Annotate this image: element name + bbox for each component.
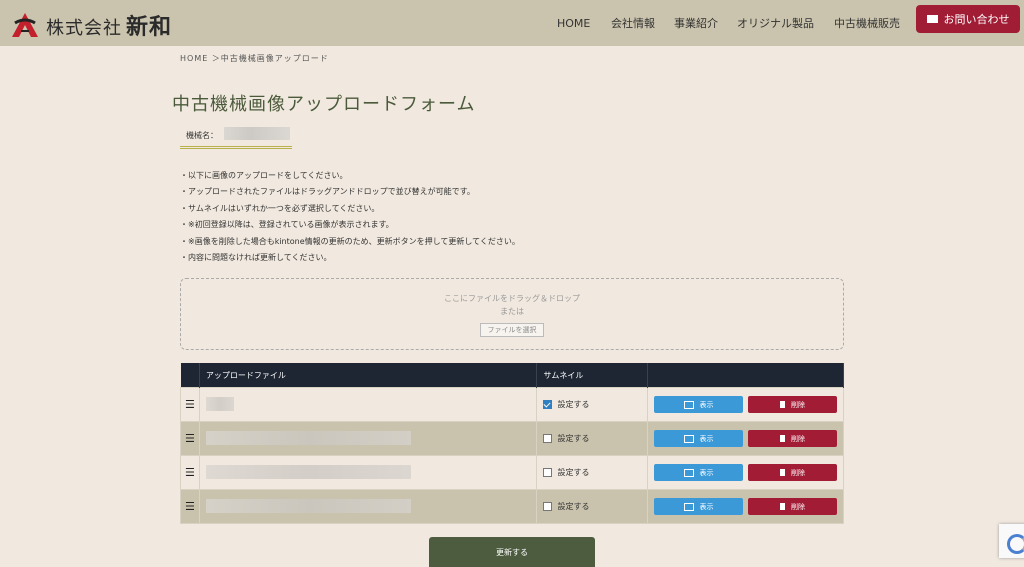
actions-cell: 表示 削除 [647,455,844,490]
dropzone-or-text: または [500,307,524,316]
image-icon [683,502,694,511]
show-button[interactable]: 表示 [654,396,743,413]
site-header: 株式会社 新和 HOME 会社情報 事業紹介 オリジナル製品 中古機械販売 お問い… [0,0,1024,46]
logo-text: 株式会社 新和 [46,9,172,41]
upload-table: アップロードファイル サムネイル ☰ 設定する 表示 削除 ☰ 設定する 表示 … [180,363,844,524]
file-preview-redacted [205,464,411,479]
thumbnail-cell: 設定する [536,489,648,524]
contact-button[interactable]: お問い合わせ [916,5,1020,33]
file-cell [198,489,538,524]
logo-mark-icon [12,13,38,37]
thumbnail-label: 設定する [557,434,590,443]
thumbnail-cell: 設定する [536,387,648,422]
logo-company-prefix: 株式会社 [46,18,122,39]
contact-button-label: お問い合わせ [943,13,1010,26]
file-preview-redacted [205,396,234,411]
nav-original-products[interactable]: オリジナル製品 [737,15,814,31]
trash-icon [780,435,785,442]
thumbnail-checkbox[interactable] [543,434,553,443]
drag-handle-icon[interactable]: ☰ [180,489,200,524]
drag-handle-icon[interactable]: ☰ [180,455,200,490]
trash-icon [780,401,785,408]
image-icon [683,434,694,443]
show-label: 表示 [699,502,714,511]
instruction-item: ・※初回登録以降は、登録されている画像が表示されます。 [180,220,394,230]
machine-name-label: 機械名： [186,131,218,140]
file-cell [198,387,538,422]
thumbnail-label: 設定する [557,468,590,477]
logo-company-name: 新和 [126,14,173,40]
table-row[interactable]: ☰ 設定する 表示 削除 [180,387,844,422]
header-thumbnail: サムネイル [536,363,648,388]
recaptcha-icon [1007,534,1024,554]
drag-handle-icon[interactable]: ☰ [180,387,200,422]
delete-button[interactable]: 削除 [748,396,837,413]
nav-business[interactable]: 事業紹介 [674,15,718,31]
logo[interactable]: 株式会社 新和 [10,9,172,41]
show-button[interactable]: 表示 [654,498,743,515]
show-button[interactable]: 表示 [654,464,743,481]
actions-cell: 表示 削除 [647,387,844,422]
update-button[interactable]: 更新する [429,537,595,567]
header-file: アップロードファイル [199,363,538,388]
delete-label: 削除 [791,400,805,409]
breadcrumb[interactable]: HOME ＞中古機械画像アップロード [180,53,329,64]
delete-label: 削除 [791,468,805,477]
nav-used-machines[interactable]: 中古機械販売 [834,15,900,31]
show-label: 表示 [699,468,714,477]
file-cell [198,421,538,456]
instruction-item: ・内容に問題なければ更新してください。 [180,253,332,263]
instruction-item: ・アップロードされたファイルはドラッグアンドドロップで並び替えが可能です。 [180,187,475,197]
thumbnail-checkbox[interactable] [543,400,553,409]
show-label: 表示 [699,400,714,409]
table-row[interactable]: ☰ 設定する 表示 削除 [180,421,844,456]
delete-button[interactable]: 削除 [748,464,837,481]
image-icon [683,468,694,477]
delete-label: 削除 [791,502,805,511]
image-icon [683,400,694,409]
thumbnail-label: 設定する [557,400,590,409]
nav-home[interactable]: HOME [557,17,590,30]
header-handle-col [180,363,200,388]
instruction-item: ・※画像を削除した場合もkintone情報の更新のため、更新ボタンを押して更新し… [180,236,520,246]
trash-icon [780,503,785,510]
page-title: 中古機械画像アップロードフォーム [172,94,476,115]
nav-company[interactable]: 会社情報 [611,15,655,31]
recaptcha-badge[interactable] [999,524,1024,558]
file-dropzone[interactable]: ここにファイルをドラッグ＆ドロップ または ファイルを選択 [180,278,844,350]
thumbnail-label: 設定する [557,502,590,511]
delete-button[interactable]: 削除 [748,498,837,515]
thumbnail-cell: 設定する [536,455,648,490]
actions-cell: 表示 削除 [647,421,844,456]
instructions-list: ・以下に画像のアップロードをしてください。 ・アップロードされたファイルはドラッ… [180,168,520,266]
trash-icon [780,469,785,476]
file-cell [198,455,538,490]
instruction-item: ・サムネイルはいずれか一つを必ず選択してください。 [180,203,380,213]
dropzone-text: ここにファイルをドラッグ＆ドロップ [444,294,580,303]
instruction-item: ・以下に画像のアップロードをしてください。 [180,171,348,180]
table-row[interactable]: ☰ 設定する 表示 削除 [180,455,844,490]
table-row[interactable]: ☰ 設定する 表示 削除 [180,489,844,524]
table-header-row: アップロードファイル サムネイル [180,363,844,388]
drag-handle-icon[interactable]: ☰ [180,421,200,456]
envelope-icon [926,15,938,23]
thumbnail-checkbox[interactable] [543,468,553,477]
header-actions [647,363,844,388]
show-label: 表示 [699,434,714,443]
thumbnail-cell: 設定する [536,421,648,456]
thumbnail-checkbox[interactable] [543,502,553,511]
delete-label: 削除 [791,434,805,443]
delete-button[interactable]: 削除 [748,430,837,447]
machine-name: 機械名： [180,124,292,149]
actions-cell: 表示 削除 [647,489,844,524]
choose-file-button[interactable]: ファイルを選択 [480,323,544,337]
machine-name-value-redacted [224,127,290,140]
file-preview-redacted [205,498,411,513]
show-button[interactable]: 表示 [654,430,743,447]
file-preview-redacted [205,430,411,445]
